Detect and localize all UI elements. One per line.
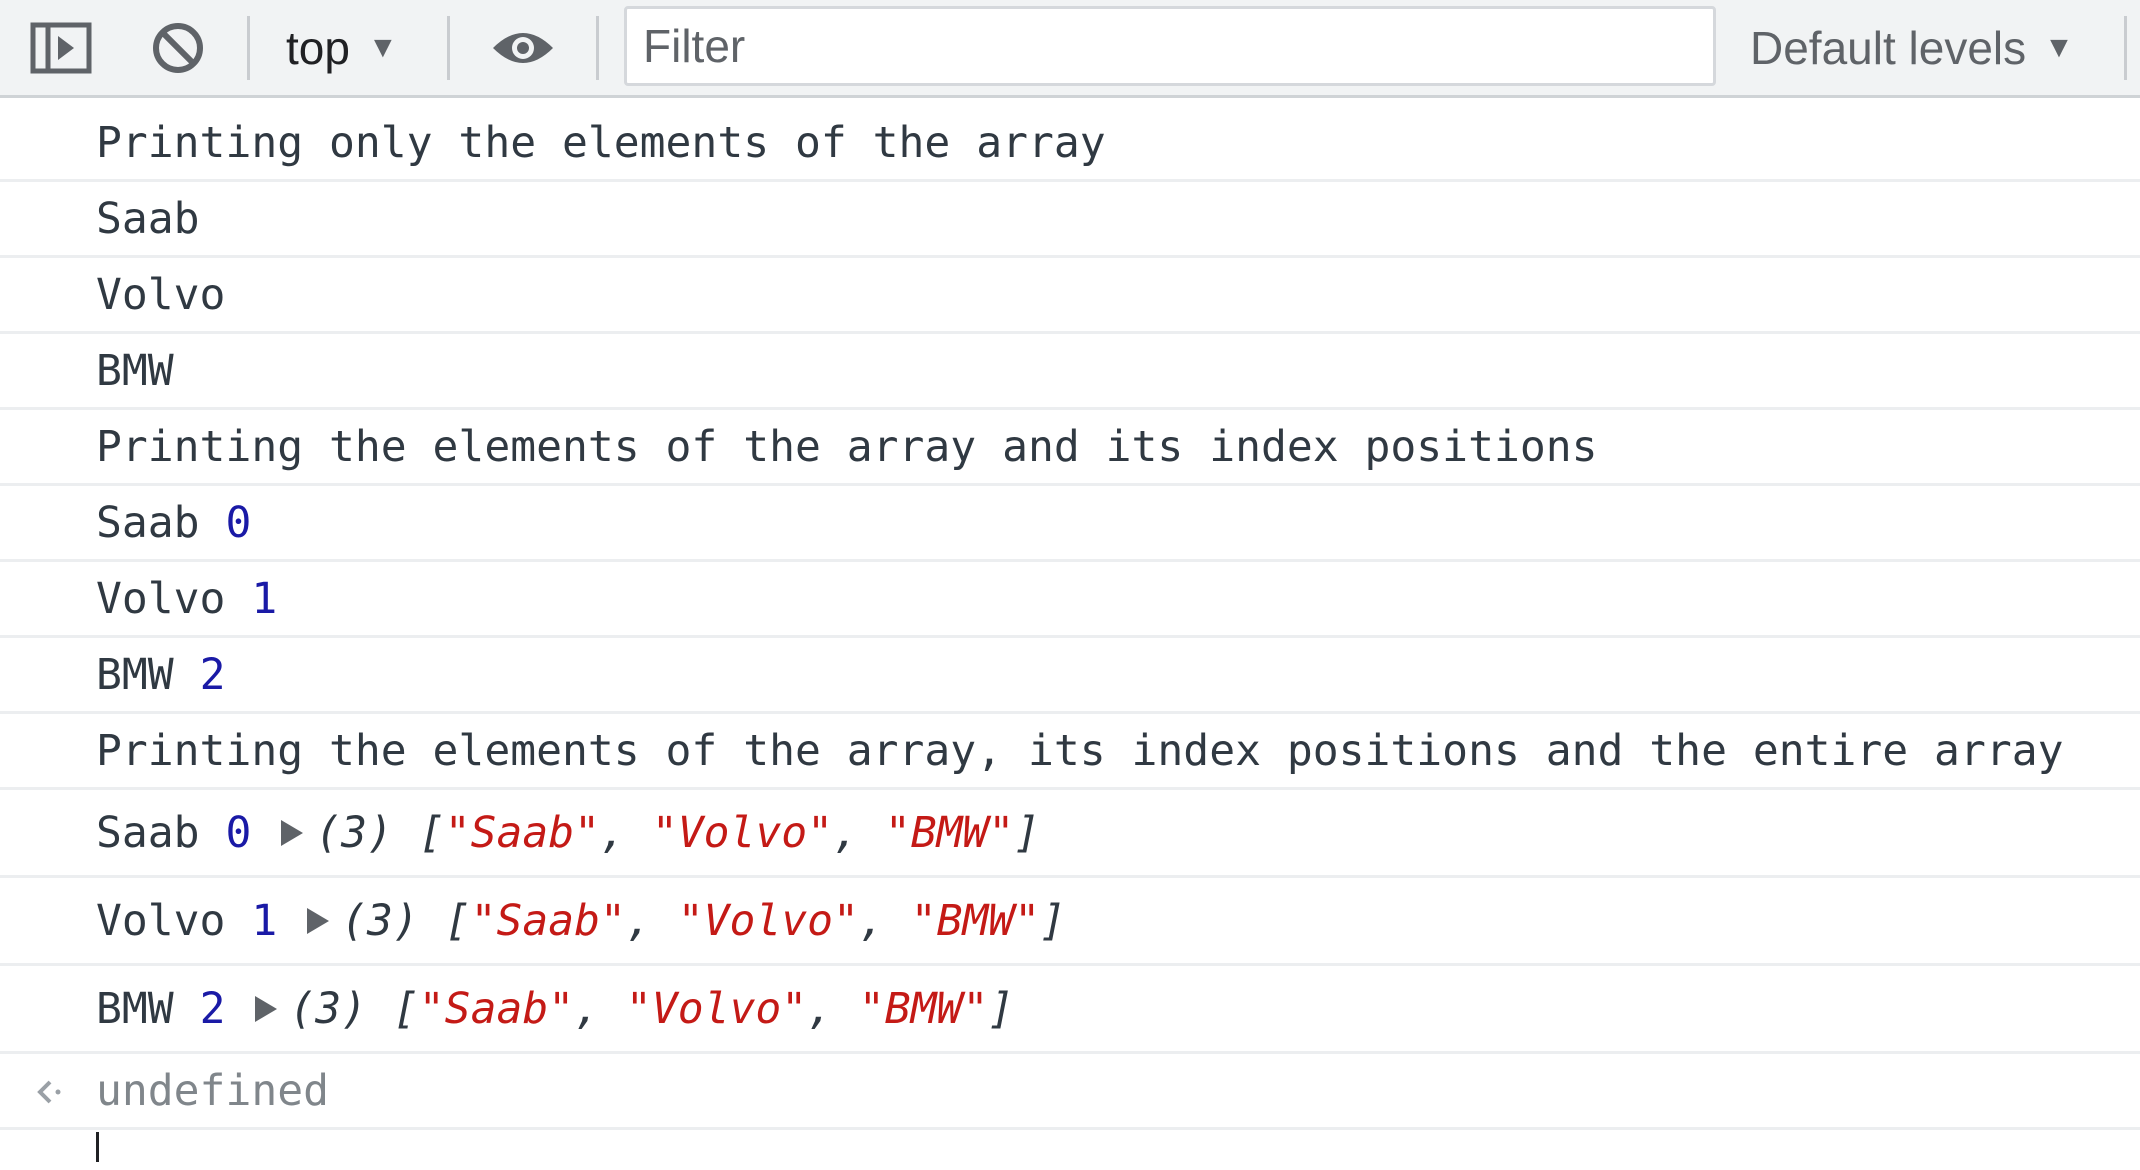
message-text: Saab <box>96 807 200 858</box>
message-text: Saab <box>96 497 200 548</box>
array-item: "BMW" <box>884 807 1015 858</box>
toolbar-divider <box>247 16 250 80</box>
console-prompt[interactable] <box>0 1130 2140 1170</box>
expand-triangle-icon[interactable] <box>307 907 330 934</box>
array-item: "BMW" <box>858 983 989 1034</box>
console-message: Saab <box>0 182 2140 258</box>
console-result: undefined <box>0 1054 2140 1130</box>
toolbar-divider <box>2124 16 2127 80</box>
message-text: BMW <box>96 983 174 1034</box>
console-message: BMW 2 <box>0 638 2140 714</box>
context-label: top <box>286 21 350 74</box>
message-text: Volvo <box>96 895 226 946</box>
index-number: 1 <box>251 895 278 946</box>
sidebar-toggle-icon <box>30 22 92 73</box>
toolbar-divider <box>447 16 450 80</box>
array-item: "BMW" <box>910 895 1041 946</box>
console-message: Volvo 1 (3) ["Saab", "Volvo", "BMW"] <box>0 878 2140 966</box>
chevron-down-icon: ▼ <box>367 30 398 64</box>
console-message: BMW 2 (3) ["Saab", "Volvo", "BMW"] <box>0 966 2140 1054</box>
chevron-down-icon: ▼ <box>2044 30 2074 64</box>
console-message: Volvo <box>0 258 2140 334</box>
expand-triangle-icon[interactable] <box>255 995 278 1022</box>
log-levels-dropdown[interactable]: Default levels ▼ <box>1750 0 2074 95</box>
array-item: "Saab" <box>444 807 601 858</box>
filter-input[interactable] <box>624 6 1716 86</box>
index-number: 2 <box>199 983 226 1034</box>
index-number: 1 <box>251 573 278 624</box>
result-text: undefined <box>96 1065 329 1116</box>
live-expression-eye-icon <box>493 32 553 63</box>
return-arrow-icon <box>37 1080 61 1104</box>
array-length[interactable]: (3) <box>315 808 393 858</box>
message-text: Printing the elements of the array, its … <box>96 725 2064 776</box>
console-message: Printing the elements of the array, its … <box>0 714 2140 790</box>
message-text: BMW <box>96 649 174 700</box>
message-text: Printing the elements of the array and i… <box>96 421 1598 472</box>
expand-triangle-icon[interactable] <box>281 819 304 846</box>
array-item: "Volvo" <box>625 983 808 1034</box>
clear-console-button[interactable] <box>150 0 206 95</box>
message-text: Printing only the elements of the array <box>96 117 1106 168</box>
console-message: BMW <box>0 334 2140 410</box>
message-text: Saab <box>96 193 200 244</box>
index-number: 0 <box>225 807 252 858</box>
index-number: 0 <box>225 497 252 548</box>
sidebar-toggle-button[interactable] <box>30 0 92 95</box>
array-item: "Volvo" <box>651 807 834 858</box>
live-expression-button[interactable] <box>490 0 556 95</box>
console-message: Volvo 1 <box>0 562 2140 638</box>
message-text: BMW <box>96 345 174 396</box>
text-cursor <box>96 1132 99 1162</box>
toolbar-divider <box>596 16 599 80</box>
log-levels-label: Default levels <box>1750 21 2027 74</box>
array-length[interactable]: (3) <box>289 984 367 1034</box>
array-item: "Saab" <box>470 895 626 946</box>
array-item: "Volvo" <box>677 895 859 946</box>
index-number: 2 <box>199 649 226 700</box>
console-message: Printing only the elements of the array <box>0 106 2140 182</box>
clear-console-icon <box>153 22 203 73</box>
context-selector[interactable]: top ▼ <box>286 0 398 95</box>
message-text: Volvo <box>96 269 226 320</box>
console-output: Printing only the elements of the array … <box>0 106 2140 1170</box>
array-length[interactable]: (3) <box>341 896 419 946</box>
console-toolbar: top ▼ Default levels ▼ <box>0 0 2140 98</box>
array-item: "Saab" <box>418 983 575 1034</box>
message-text: Volvo <box>96 573 226 624</box>
console-message: Printing the elements of the array and i… <box>0 410 2140 486</box>
console-message: Saab 0 (3) ["Saab", "Volvo", "BMW"] <box>0 790 2140 878</box>
console-message: Saab 0 <box>0 486 2140 562</box>
